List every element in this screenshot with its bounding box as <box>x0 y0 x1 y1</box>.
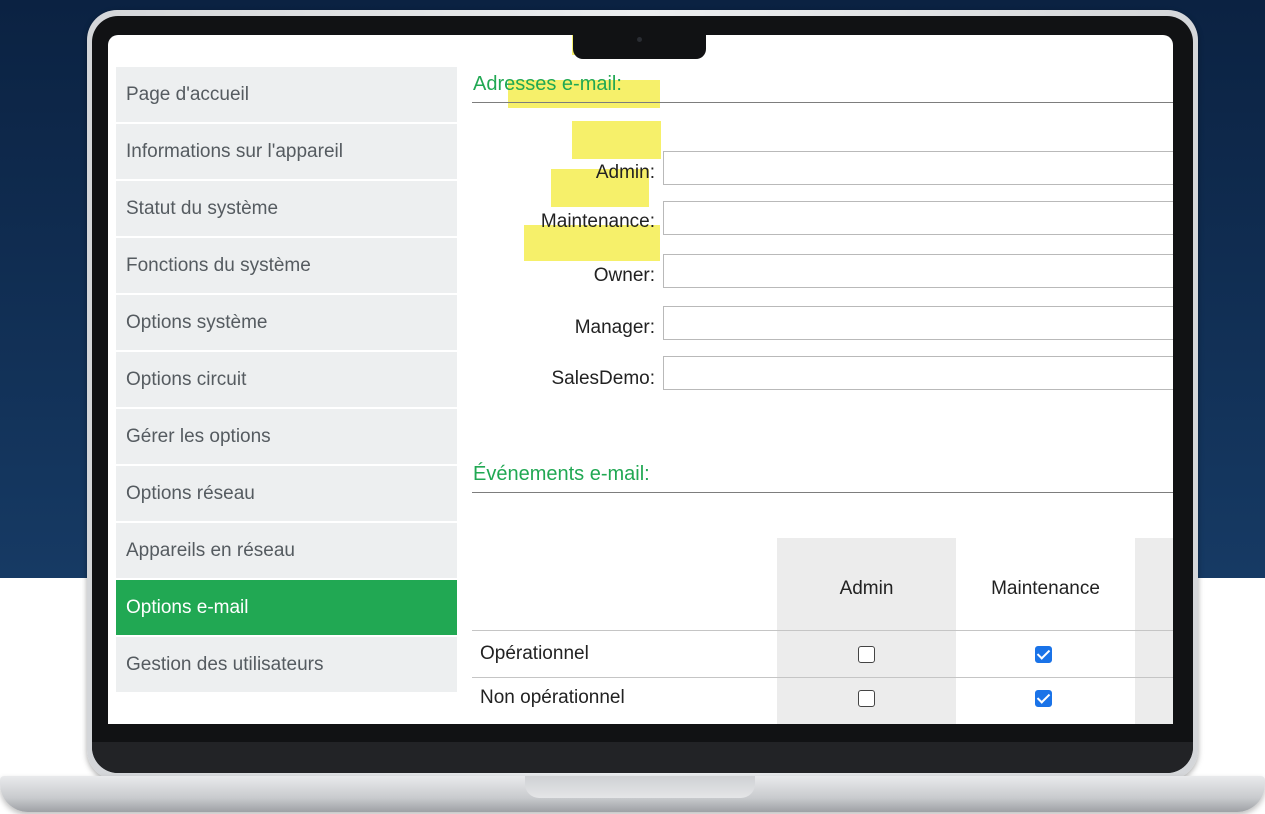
event-row-label-non-operationnel: Non opérationnel <box>480 687 625 708</box>
salesdemo-email-label: SalesDemo: <box>551 368 656 389</box>
row-divider <box>472 677 1173 678</box>
email-addresses-title: Adresses e-mail: <box>473 73 622 95</box>
laptop-chin <box>92 742 1193 773</box>
sidebar-nav: Page d'accueil Informations sur l'appare… <box>116 67 457 694</box>
sidebar-item-page-accueil[interactable]: Page d'accueil <box>116 67 457 124</box>
admin-email-field[interactable] <box>663 151 1173 185</box>
event-row-label-operationnel: Opérationnel <box>480 643 589 664</box>
sidebar-item-appareils-reseau[interactable]: Appareils en réseau <box>116 523 457 580</box>
screen: Page d'accueil Informations sur l'appare… <box>108 35 1173 724</box>
column-background-next <box>1135 538 1173 724</box>
column-header-maintenance: Maintenance <box>991 578 1100 599</box>
row-divider <box>472 630 1173 631</box>
sidebar-item-informations-appareil[interactable]: Informations sur l'appareil <box>116 124 457 181</box>
sidebar-item-gestion-utilisateurs[interactable]: Gestion des utilisateurs <box>116 637 457 694</box>
laptop-open-groove <box>525 776 755 798</box>
highlight-mark <box>572 121 661 159</box>
maintenance-email-label: Maintenance: <box>540 211 655 232</box>
maintenance-email-field[interactable] <box>663 201 1173 235</box>
admin-email-label: Admin: <box>595 162 655 183</box>
checkbox-non-operationnel-maintenance[interactable] <box>1035 690 1052 707</box>
owner-email-label: Owner: <box>593 265 655 286</box>
sidebar-item-options-systeme[interactable]: Options système <box>116 295 457 352</box>
sidebar-item-options-email[interactable]: Options e-mail <box>116 580 457 637</box>
column-header-admin: Admin <box>839 578 894 599</box>
manager-email-label: Manager: <box>574 317 655 338</box>
checkbox-non-operationnel-admin[interactable] <box>858 690 875 707</box>
sidebar-item-gerer-options[interactable]: Gérer les options <box>116 409 457 466</box>
manager-email-field[interactable] <box>663 306 1173 340</box>
checkbox-operationnel-admin[interactable] <box>858 646 875 663</box>
section-divider <box>472 492 1173 493</box>
section-divider <box>472 102 1173 103</box>
salesdemo-email-field[interactable] <box>663 356 1173 390</box>
sidebar-item-options-reseau[interactable]: Options réseau <box>116 466 457 523</box>
camera-icon <box>637 37 642 42</box>
sidebar-item-statut-systeme[interactable]: Statut du système <box>116 181 457 238</box>
checkbox-operationnel-maintenance[interactable] <box>1035 646 1052 663</box>
owner-email-field[interactable] <box>663 254 1173 288</box>
sidebar-item-options-circuit[interactable]: Options circuit <box>116 352 457 409</box>
sidebar-item-fonctions-systeme[interactable]: Fonctions du système <box>116 238 457 295</box>
email-events-title: Événements e-mail: <box>473 463 650 485</box>
